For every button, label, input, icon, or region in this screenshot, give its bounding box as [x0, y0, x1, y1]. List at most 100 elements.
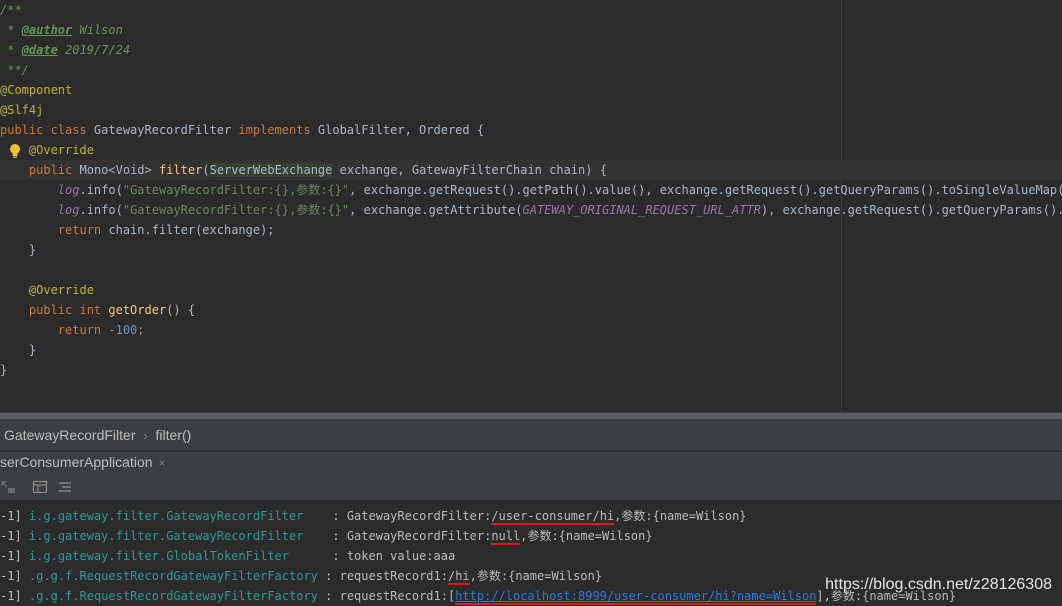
log-string: "GatewayRecordFilter:{},参数:{}"	[122, 203, 350, 217]
layout-icon[interactable]	[32, 479, 48, 495]
breadcrumb-separator: ›	[143, 429, 148, 443]
log-args: , exchange.getRequest().getPath().value(…	[349, 183, 1062, 197]
logger-name: i.g.gateway.filter.GatewayRecordFilter	[28, 529, 326, 543]
code-line-4: **/	[0, 60, 1062, 80]
method-filter: filter	[158, 163, 203, 177]
breadcrumb-class[interactable]: GatewayRecordFilter	[0, 420, 136, 450]
breadcrumb: GatewayRecordFilter › filter()	[0, 420, 1062, 451]
log-var: log	[57, 203, 80, 217]
paren-open: (	[202, 163, 210, 177]
thread-prefix: -1]	[0, 529, 22, 543]
code-line-15: @Override	[0, 280, 1062, 300]
logger-name: .g.g.f.RequestRecordGatewayFilterFactory	[28, 569, 318, 583]
request-url-link[interactable]: http://localhost:8999/user-consumer/hi?n…	[455, 589, 817, 605]
code-line-18: }	[0, 340, 1062, 360]
log-var: log	[57, 183, 80, 197]
run-panel-tabs: serConsumerApplication ×	[0, 451, 1062, 474]
code-line-16: public int getOrder() {	[0, 300, 1062, 320]
return-type: Mono<Void>	[72, 163, 159, 177]
code-editor[interactable]: /** * @author Wilson * @date 2019/7/24 *…	[0, 0, 1062, 418]
interfaces: GlobalFilter, Ordered {	[310, 123, 485, 137]
log-line-1: -1] i.g.gateway.filter.GatewayRecordFilt…	[0, 506, 1062, 526]
class-close-brace: }	[0, 363, 8, 377]
log-separator: :	[317, 569, 340, 583]
code-line-7: public class GatewayRecordFilter impleme…	[0, 120, 1062, 140]
log-args-rest: ), exchange.getRequest().getQueryParams(…	[760, 203, 1062, 217]
return-expr: chain.filter(exchange);	[101, 223, 275, 237]
code-line-2: * @author Wilson	[0, 23, 123, 37]
code-line-12: return chain.filter(exchange);	[0, 220, 1062, 240]
pin-icon[interactable]	[0, 479, 16, 495]
code-line-8: @Override	[0, 140, 1062, 160]
highlighted-value: /user-consumer/hi	[491, 509, 615, 525]
highlighted-value: null	[491, 529, 521, 545]
code-line-5: @Component	[0, 80, 1062, 100]
log-message: requestRecord1:[	[339, 589, 456, 603]
override-annotation-1: @Override	[28, 143, 94, 157]
thread-prefix: -1]	[0, 569, 22, 583]
log-call: .info(	[79, 183, 123, 197]
log-separator: :	[325, 529, 347, 543]
log-message-tail: ,参数:{name=Wilson}	[520, 529, 653, 543]
code-line-19: }	[0, 360, 1062, 380]
log-message-tail: ,参数:{name=Wilson}	[469, 569, 603, 583]
public-keyword: public	[28, 163, 73, 177]
code-line-10: log.info("GatewayRecordFilter:{},参数:{}",…	[0, 180, 1062, 200]
annotation-component: @Component	[0, 83, 73, 97]
semicolon: ;	[137, 323, 145, 337]
log-message: token value:aaa	[346, 549, 456, 563]
code-line-13: }	[0, 240, 1062, 260]
log-args: , exchange.getAttribute(	[349, 203, 523, 217]
code-line-17: return -100;	[0, 320, 1062, 340]
thread-prefix: -1]	[0, 509, 22, 523]
log-line-3: -1] i.g.gateway.filter.GlobalTokenFilter…	[0, 546, 1062, 566]
log-line-2: -1] i.g.gateway.filter.GatewayRecordFilt…	[0, 526, 1062, 546]
javadoc-close: **/	[0, 63, 29, 77]
code-line-1: /**	[0, 0, 1062, 20]
code-line-9: public Mono<Void> filter(ServerWebExchan…	[0, 160, 1062, 180]
code-line-11: log.info("GatewayRecordFilter:{},参数:{}",…	[0, 200, 1062, 220]
log-message: GatewayRecordFilter:	[346, 509, 492, 523]
breadcrumb-method[interactable]: filter()	[156, 420, 192, 450]
author-value: Wilson	[72, 23, 123, 37]
code-line-6: @Slf4j	[0, 100, 1062, 120]
return-number: -100	[101, 323, 138, 337]
logger-name: i.g.gateway.filter.GlobalTokenFilter	[28, 549, 326, 563]
logger-name: i.g.gateway.filter.GatewayRecordFilter	[28, 509, 326, 523]
javadoc-open: /**	[0, 3, 22, 17]
return-keyword: return	[57, 323, 102, 337]
highlighted-value: /hi	[447, 569, 470, 585]
logger-name: .g.g.f.RequestRecordGatewayFilterFactory	[28, 589, 318, 603]
constant-ref: GATEWAY_ORIGINAL_REQUEST_URL_ATTR	[522, 203, 761, 217]
run-tab-label: serConsumerApplication	[0, 454, 153, 470]
log-message: requestRecord1:	[339, 569, 448, 583]
param-type: ServerWebExchange	[209, 163, 333, 177]
return-keyword: return	[57, 223, 102, 237]
override-annotation-2: @Override	[28, 283, 94, 297]
close-icon[interactable]: ×	[159, 456, 166, 470]
implements-keyword: implements	[238, 123, 311, 137]
log-string: "GatewayRecordFilter:{},参数:{}"	[122, 183, 350, 197]
class-keyword: public class	[0, 123, 87, 137]
thread-prefix: -1]	[0, 549, 22, 563]
method-sig-rest: () {	[166, 303, 196, 317]
date-tag: @date	[21, 43, 58, 57]
close-brace: }	[28, 343, 37, 357]
date-value: 2019/7/24	[57, 43, 131, 57]
log-separator: :	[317, 589, 340, 603]
run-tab[interactable]: serConsumerApplication ×	[0, 452, 174, 474]
console-toolbar	[0, 474, 1062, 501]
params-rest: exchange, GatewayFilterChain chain) {	[332, 163, 607, 177]
log-message-tail: ,参数:{name=Wilson}	[614, 509, 747, 523]
class-name: GatewayRecordFilter	[86, 123, 239, 137]
list-icon[interactable]	[57, 479, 73, 495]
log-call: .info(	[79, 203, 123, 217]
author-tag: @author	[21, 23, 73, 37]
close-brace: }	[28, 243, 37, 257]
thread-prefix: -1]	[0, 589, 22, 603]
code-line-3: * @date 2019/7/24	[0, 43, 131, 57]
horizontal-scrollbar-thumb[interactable]	[0, 413, 1062, 419]
public-int-keyword: public int	[28, 303, 102, 317]
log-separator: :	[325, 509, 347, 523]
